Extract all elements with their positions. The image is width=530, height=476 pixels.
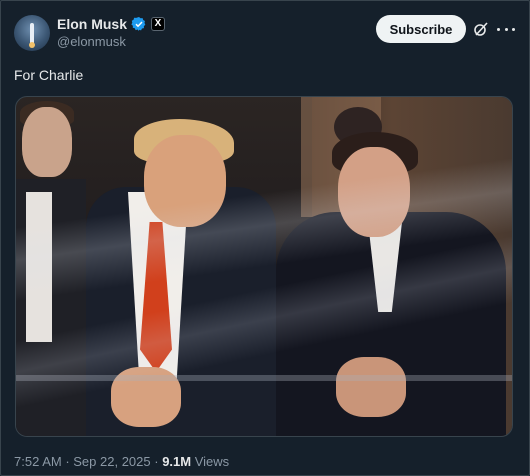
tweet-text: For Charlie: [14, 67, 84, 83]
tweet-card: Elon Musk X @elonmusk Subscribe For Char…: [0, 0, 530, 476]
views-count: 9.1M: [162, 454, 192, 469]
timestamp-date[interactable]: Sep 22, 2025: [73, 454, 150, 469]
subscribe-button[interactable]: Subscribe: [376, 15, 466, 43]
grok-icon[interactable]: [473, 21, 489, 37]
meta-separator: ·: [61, 454, 74, 469]
timestamp-time[interactable]: 7:52 AM: [14, 454, 62, 469]
verified-badge-icon: [131, 17, 146, 31]
flame-icon: [29, 42, 35, 48]
author-handle[interactable]: @elonmusk: [57, 34, 126, 49]
meta-separator: ·: [150, 454, 163, 469]
author-name-row: Elon Musk X: [57, 15, 166, 33]
rocket-icon: [30, 23, 34, 43]
tweet-photo[interactable]: [15, 96, 513, 437]
x-affiliate-badge: X: [151, 17, 166, 31]
avatar[interactable]: [14, 15, 50, 51]
views-label: Views: [191, 454, 230, 469]
author-name[interactable]: Elon Musk: [57, 16, 127, 32]
more-icon[interactable]: [497, 21, 515, 37]
tweet-meta: 7:52 AM · Sep 22, 2025 · 9.1M Views: [14, 454, 229, 469]
